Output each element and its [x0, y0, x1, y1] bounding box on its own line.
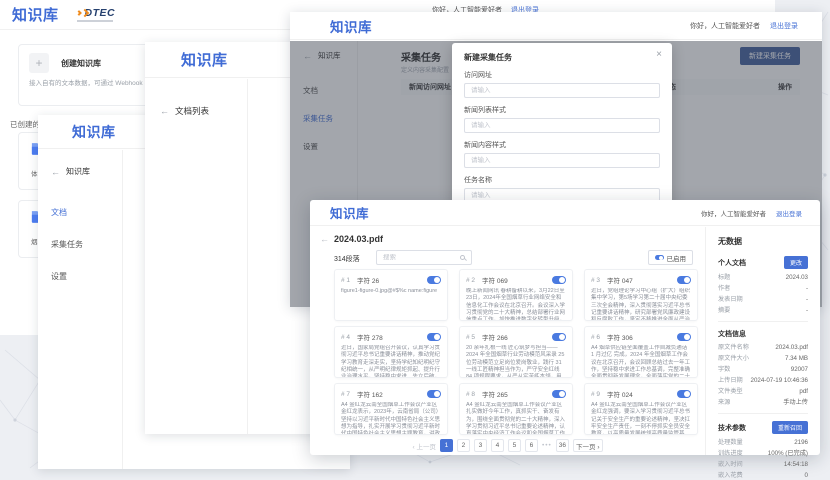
segment-toggle[interactable] [552, 276, 566, 284]
meta-row: 原文件名称2024.03.pdf [718, 344, 808, 352]
segment-grid: # 1字符 26 figure1-figure-0.jpg@#$%c name:… [334, 269, 698, 435]
meta-row: 发表日期- [718, 296, 808, 304]
meta-row: 训练进度100% (已完成) [718, 450, 808, 458]
segment-toggle[interactable] [677, 333, 691, 341]
segment-card: # 1字符 26 figure1-figure-0.jpg@#$%c name:… [334, 269, 448, 321]
back-arrow-icon[interactable]: ← [320, 234, 329, 244]
personal-doc-heading: 个人文档 [718, 258, 746, 268]
doc-info-heading: 文档信息 [718, 329, 746, 339]
meta-row: 文件类型pdf [718, 388, 808, 396]
sidebar-item-settings[interactable]: 设置 [51, 271, 122, 282]
app-logo: 知识库 [181, 49, 228, 70]
document-title: 2024.03.pdf [334, 234, 383, 244]
segment-toggle[interactable] [427, 390, 441, 398]
modal-title: 新建采集任务 [464, 52, 660, 63]
segment-card: # 2字符 069 晚上新闻网讯 春耕备耕以来，3月22日至23日，2024年全… [459, 269, 573, 321]
page-1[interactable]: 1 [440, 439, 453, 452]
page-next[interactable]: 下一页 › [573, 439, 602, 452]
meta-row: 嵌入花费0 [718, 472, 808, 480]
segment-card: # 8字符 265 A4 金红龙云南全国烟草工作会议产业区 扎实做好今年工作，真… [459, 383, 573, 435]
vendor-caption [77, 20, 113, 22]
segment-card: # 3字符 047 近日，党组理论学习中心组（扩大）组织集中学习，第5场学习第二… [584, 269, 698, 321]
user-greeting: 你好，人工智能爱好者 [690, 21, 760, 31]
sidebar-item-docs[interactable]: 文档 [51, 207, 122, 218]
toggle-icon [655, 255, 664, 260]
meta-row: 标题2024.03 [718, 274, 808, 282]
logout-link[interactable]: 退出登录 [770, 21, 798, 31]
panel-section-divider [718, 321, 808, 322]
meta-row: 摘要- [718, 307, 808, 315]
meta-row: 上传日期2024-07-19 10:46:36 [718, 377, 808, 385]
vendor-logo: DTEC [77, 7, 116, 23]
meta-row: 作者- [718, 285, 808, 293]
page-5[interactable]: 5 [508, 439, 521, 452]
w5-main: ← 2024.03.pdf 314段落 已启用 # 1字符 26 figure1… [310, 227, 705, 455]
edit-meta-button[interactable]: 更改 [784, 256, 808, 269]
segment-card: # 9字符 024 A4 金红龙云南全国烟草工作会议产业区 金红龙强调，要深入学… [584, 383, 698, 435]
segment-toggle[interactable] [427, 333, 441, 341]
pagination: ‹ 上一页 1 2 3 4 5 6 ••• 36 下一页 › [310, 439, 705, 452]
content-style-field[interactable] [464, 153, 660, 168]
meta-row: 处理数量2196 [718, 439, 808, 447]
segment-toggle[interactable] [552, 390, 566, 398]
page-4[interactable]: 4 [491, 439, 504, 452]
w3-sidebar: ← 知识库 文档 采集任务 设置 [38, 150, 123, 469]
plus-icon: + [29, 53, 49, 73]
back-arrow-icon: ← [51, 167, 60, 177]
segment-card: # 6字符 306 A4 烟草供应链全面覆盖工作自减负通话 1 月过亿 完成，2… [584, 326, 698, 378]
window-doc-viewer: 知识库 你好，人工智能爱好者 退出登录 ← 2024.03.pdf 314段落 … [310, 200, 820, 455]
metadata-panel: 无数据 个人文档 更改 标题2024.03 作者- 发表日期- 摘要- 文档信息… [706, 227, 820, 455]
back-arrow-icon: ← [160, 106, 169, 116]
w4-header: 知识库 你好，人工智能爱好者 退出登录 [290, 12, 822, 40]
app-logo: 知识库 [330, 16, 372, 36]
meta-row: 嵌入时间14:54:18 [718, 461, 808, 469]
create-kb-title: 创建知识库 [61, 58, 101, 69]
back-to-kb[interactable]: ← 知识库 [51, 166, 122, 177]
sidebar-item-tasks[interactable]: 采集任务 [51, 239, 122, 250]
app-logo: 知识库 [330, 203, 369, 222]
segment-toggle[interactable] [677, 276, 691, 284]
page-last[interactable]: 36 [556, 439, 569, 452]
meta-row: 字数92007 [718, 366, 808, 374]
app-logo: 知识库 [72, 122, 116, 142]
page-2[interactable]: 2 [457, 439, 470, 452]
logout-link[interactable]: 退出登录 [776, 208, 802, 218]
segment-card: # 4字符 278 近日，国家局党组召开会议，认真学习贯彻习近平总书记重要讲话精… [334, 326, 448, 378]
segment-toggle[interactable] [552, 333, 566, 341]
field-label-content-style: 新闻内容样式 [464, 140, 660, 150]
enabled-filter-chip[interactable]: 已启用 [648, 250, 694, 265]
field-label-list-style: 新闻列表样式 [464, 105, 660, 115]
page-3[interactable]: 3 [474, 439, 487, 452]
back-to-doc-list[interactable]: ← 文档列表 [160, 105, 247, 117]
metadata-empty-label: 无数据 [718, 236, 808, 247]
segment-card: # 5字符 266 20 余年扎根一线 匠心筑梦写担当——2024 年全国烟草行… [459, 326, 573, 378]
page-6[interactable]: 6 [525, 439, 538, 452]
tech-params-heading: 技术参数 [718, 423, 746, 433]
meta-row: 原文件大小7.34 MB [718, 355, 808, 363]
w2-sidebar: ← 文档列表 [145, 79, 248, 434]
w5-header: 知识库 你好，人工智能爱好者 退出登录 [310, 200, 820, 226]
field-label-url: 访问网址 [464, 70, 660, 80]
search-icon [460, 255, 465, 260]
segment-count: 314段落 [334, 254, 360, 264]
list-style-field[interactable] [464, 118, 660, 133]
search-input[interactable] [383, 254, 460, 261]
page-ellipsis: ••• [542, 442, 552, 449]
recall-button[interactable]: 重新召回 [772, 421, 808, 434]
app-logo: 知识库 [12, 4, 59, 25]
field-label-task-name: 任务名称 [464, 175, 660, 185]
url-field[interactable] [464, 83, 660, 98]
user-greeting: 你好，人工智能爱好者 [701, 208, 766, 218]
search-box [376, 250, 472, 265]
segment-card: # 7字符 162 A4 金红龙云南全国烟草工作会议产业区 金红龙表示，2023… [334, 383, 448, 435]
segment-toggle[interactable] [427, 276, 441, 284]
meta-row: 来源手动上传 [718, 399, 808, 407]
panel-section-divider [718, 413, 808, 414]
page-prev[interactable]: ‹ 上一页 [412, 441, 435, 451]
close-icon[interactable]: × [656, 49, 662, 60]
segment-toggle[interactable] [677, 390, 691, 398]
